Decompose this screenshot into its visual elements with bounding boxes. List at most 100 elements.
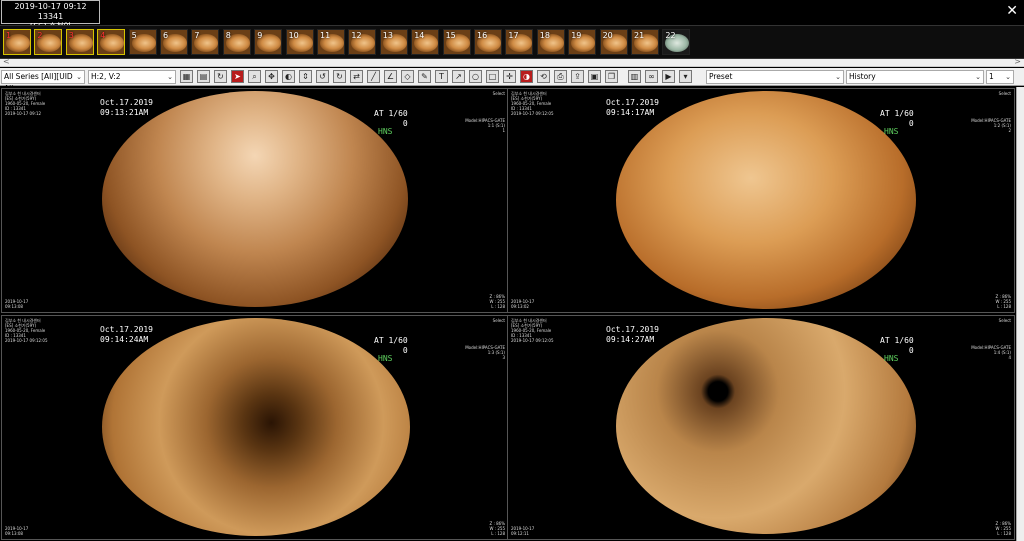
endoscopy-image	[102, 91, 408, 307]
thumbnail-number: 11	[320, 31, 331, 40]
link-icon[interactable]: ∞	[645, 70, 658, 83]
thumbnail[interactable]: 21	[631, 29, 659, 55]
thumbnail-number: 9	[257, 31, 263, 40]
thumbnail[interactable]: 10	[285, 29, 314, 55]
panel-info-right: Select Model:HIPACS-GATE 1:3 (S:1) 3	[465, 318, 505, 360]
image-viewport: 김부소 천 내시경센터 [ES] 소천기(59Y) 1960-05-20, Fema…	[0, 87, 1024, 541]
scroll-left-icon[interactable]: <	[3, 57, 10, 66]
cine-icon[interactable]: ▶	[662, 70, 675, 83]
rotate-left-icon[interactable]: ↺	[316, 70, 329, 83]
image-panel[interactable]: 김부소 천 내시경센터 [ES] 소천기(59Y) 1960-05-20, Fema…	[1, 315, 509, 540]
measure-icon[interactable]: ╱	[367, 70, 380, 83]
arrow-icon[interactable]: ↗	[452, 70, 465, 83]
roi-icon[interactable]: ◇	[401, 70, 414, 83]
info-line: Select	[492, 91, 505, 96]
endoscopy-image	[616, 318, 916, 534]
info-line: L : 128	[491, 304, 505, 309]
vertical-scrollbar[interactable]	[1016, 87, 1024, 541]
thumbnail[interactable]: 13	[379, 29, 408, 55]
text-icon[interactable]: T	[435, 70, 448, 83]
scope-time-text: 09:14:17AM	[606, 108, 655, 117]
scope-datetime: Oct.17.2019 09:14:17AM	[606, 98, 659, 118]
panel-info-bottom-left: 2019-10-17 09:13:08	[5, 299, 28, 309]
thumbnail-number: 8	[225, 31, 231, 40]
info-line: 09:13:02	[511, 304, 529, 309]
thumbnail[interactable]: 16	[474, 29, 502, 55]
info-line: 09:12:11	[511, 531, 529, 536]
thumbnail[interactable]: 1	[3, 29, 31, 55]
rotate-right-icon[interactable]: ↻	[333, 70, 346, 83]
chevron-down-icon: ⌄	[835, 73, 841, 81]
crosshair-icon[interactable]: ✛	[503, 70, 516, 83]
invert-icon[interactable]: ◑	[520, 70, 533, 83]
info-line: 3	[502, 355, 505, 360]
layout-select[interactable]: H:2, V:2 ⌄	[88, 70, 176, 84]
copy-icon[interactable]: ❐	[605, 70, 618, 83]
cursor-icon[interactable]: ➤	[231, 70, 244, 83]
thumbnail[interactable]: 12	[348, 29, 377, 55]
layout-icon[interactable]: ▦	[180, 70, 193, 83]
thumbnail[interactable]: 15	[442, 29, 471, 55]
reset-icon[interactable]: ⟲	[537, 70, 550, 83]
thumbnail-strip[interactable]: 1 2 3 4 5 6 7 8 9 10 11 12 13 14 15 16 17 18 19 20 21 22	[0, 25, 1024, 59]
thumbnail[interactable]: 22	[662, 29, 691, 55]
thumbnail[interactable]: 19	[568, 29, 597, 55]
angle-icon[interactable]: ∠	[384, 70, 397, 83]
image-panel[interactable]: 김부소 천 내시경센터 [ES] 소천기(59Y) 1960-05-20, Fema…	[1, 88, 509, 313]
thumbnail[interactable]: 8	[222, 29, 251, 55]
study-datetime-id: 2019-10-17 09:12 13341	[14, 2, 87, 21]
export-icon[interactable]: ⇪	[571, 70, 584, 83]
scope-at-text: AT 1/60	[880, 109, 914, 118]
info-line: 09:13:08	[5, 304, 23, 309]
window-level-icon[interactable]: ◐	[282, 70, 295, 83]
print-icon[interactable]: ⎙	[554, 70, 567, 83]
tile-icon[interactable]: ▥	[628, 70, 641, 83]
series-select[interactable]: All Series [All][UID All⌄	[1, 70, 85, 93]
thumbnail[interactable]: 6	[160, 29, 188, 55]
save-icon[interactable]: ▣	[588, 70, 601, 83]
panel-info-right: Select Model:HIPACS-GATE 1:4 (S:1) 4	[971, 318, 1011, 360]
scope-at-text: AT 1/60	[374, 109, 408, 118]
thumbnail[interactable]: 17	[505, 29, 534, 55]
thumbnail[interactable]: 14	[411, 29, 440, 55]
rectangle-icon[interactable]: □	[486, 70, 499, 83]
thumbnail-scrollbar[interactable]: < >	[0, 57, 1024, 67]
layout-select-value: H:2, V:2	[91, 72, 121, 81]
panel-info-bottom-right: Z : 86% W : 255 L : 128	[489, 294, 505, 309]
info-line: Select	[492, 318, 505, 323]
image-panel[interactable]: 김부소 천 내시경센터 [ES] 소천기(59Y) 1960-05-20, Fema…	[507, 88, 1015, 313]
history-select[interactable]: History ⌄	[846, 70, 984, 84]
ellipse-icon[interactable]: ○	[469, 70, 482, 83]
close-icon[interactable]: ✕	[1006, 3, 1018, 19]
panel-info-right: Select Model:HIPACS-GATE 1:2 (S:1) 2	[971, 91, 1011, 133]
info-line: 2019-10-17 09:12:05	[5, 338, 48, 343]
flip-icon[interactable]: ⇄	[350, 70, 363, 83]
sync-icon[interactable]: ↻	[214, 70, 227, 83]
image-panel[interactable]: 김부소 천 내시경센터 [ES] 소천기(59Y) 1960-05-20, Fema…	[507, 315, 1015, 540]
scope-hns-label: HNS	[884, 354, 899, 363]
thumbnail[interactable]: 2	[34, 29, 63, 55]
preset-select[interactable]: Preset ⌄	[706, 70, 844, 84]
viewer-window: 2019-10-17 09:12 13341 [ES] 손철영 ✕ 123456…	[0, 0, 1024, 541]
zoom-icon[interactable]: ⌕	[248, 70, 261, 83]
thumbnail[interactable]: 11	[317, 29, 345, 55]
thumbnail-number: 22	[665, 31, 676, 40]
thumbnail[interactable]: 7	[191, 29, 220, 55]
scroll-icon[interactable]: ⇕	[299, 70, 312, 83]
thumbnail[interactable]: 4	[97, 29, 126, 55]
page-select[interactable]: 1 ⌄	[986, 70, 1014, 84]
thumbnail[interactable]: 20	[599, 29, 628, 55]
toolbar: All Series [All][UID All⌄ H:2, V:2 ⌄ ▦ ▤ ↻ ➤…	[0, 68, 1024, 93]
study-header: 2019-10-17 09:12 13341 [ES] 손철영	[1, 0, 100, 31]
grid-icon[interactable]: ▤	[197, 70, 210, 83]
pan-icon[interactable]: ✥	[265, 70, 278, 83]
annotate-icon[interactable]: ✎	[418, 70, 431, 83]
thumbnail[interactable]: 18	[536, 29, 565, 55]
thumbnail[interactable]: 9	[254, 29, 283, 55]
scroll-right-icon[interactable]: >	[1014, 57, 1021, 66]
more-icon[interactable]: ▾	[679, 70, 692, 83]
page-select-value: 1	[989, 72, 994, 81]
thumbnail[interactable]: 3	[65, 29, 94, 55]
thumbnail-number: 21	[634, 31, 645, 40]
thumbnail[interactable]: 5	[128, 29, 157, 55]
